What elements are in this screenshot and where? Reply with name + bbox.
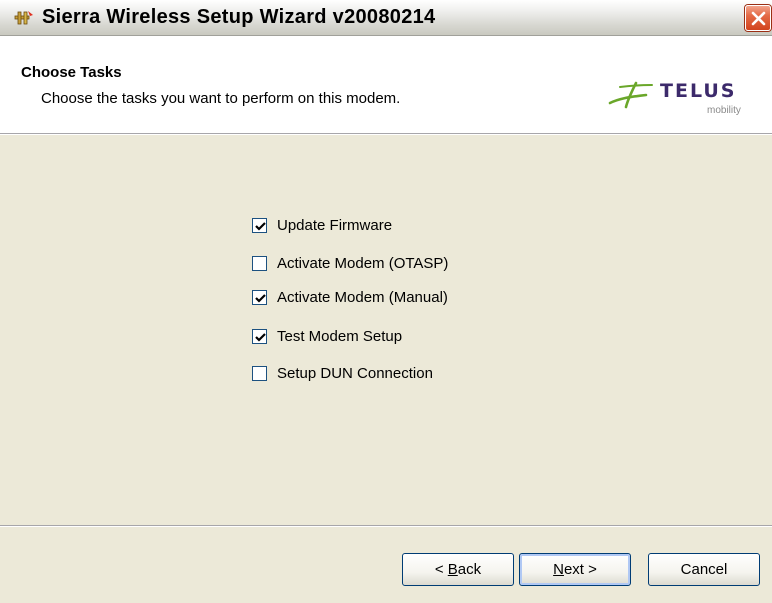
task-panel: Update Firmware Activate Modem (OTASP) A… <box>0 135 772 526</box>
title-bar: Sierra Wireless Setup Wizard v20080214 <box>0 0 772 36</box>
back-button[interactable]: < Back <box>402 553 514 586</box>
window-title: Sierra Wireless Setup Wizard v20080214 <box>42 6 436 28</box>
cancel-button[interactable]: Cancel <box>648 553 760 586</box>
next-button[interactable]: Next > <box>519 553 631 586</box>
activate-manual-checkbox[interactable] <box>252 290 267 305</box>
test-modem-checkbox[interactable] <box>252 329 267 344</box>
telus-logo: TELUS mobility <box>606 77 766 121</box>
activate-otasp-checkbox[interactable] <box>252 256 267 271</box>
wizard-header: Choose Tasks Choose the tasks you want t… <box>0 37 772 134</box>
logo-brand-text: TELUS <box>660 80 737 102</box>
wizard-wand-icon <box>14 9 34 27</box>
task-label: Test Modem Setup <box>277 328 403 345</box>
logo-sub-text: mobility <box>707 105 741 116</box>
wizard-footer: < Back Next > Cancel <box>0 527 772 603</box>
task-label: Setup DUN Connection <box>277 365 433 382</box>
update-firmware-checkbox[interactable] <box>252 218 267 233</box>
setup-dun-checkbox[interactable] <box>252 366 267 381</box>
task-label: Update Firmware <box>277 217 393 234</box>
page-title: Choose Tasks <box>21 64 122 81</box>
telus-swirl-icon <box>608 81 653 109</box>
close-button[interactable] <box>745 5 771 31</box>
page-subtitle: Choose the tasks you want to perform on … <box>41 90 401 107</box>
task-label: Activate Modem (Manual) <box>277 289 448 306</box>
task-label: Activate Modem (OTASP) <box>277 255 449 272</box>
